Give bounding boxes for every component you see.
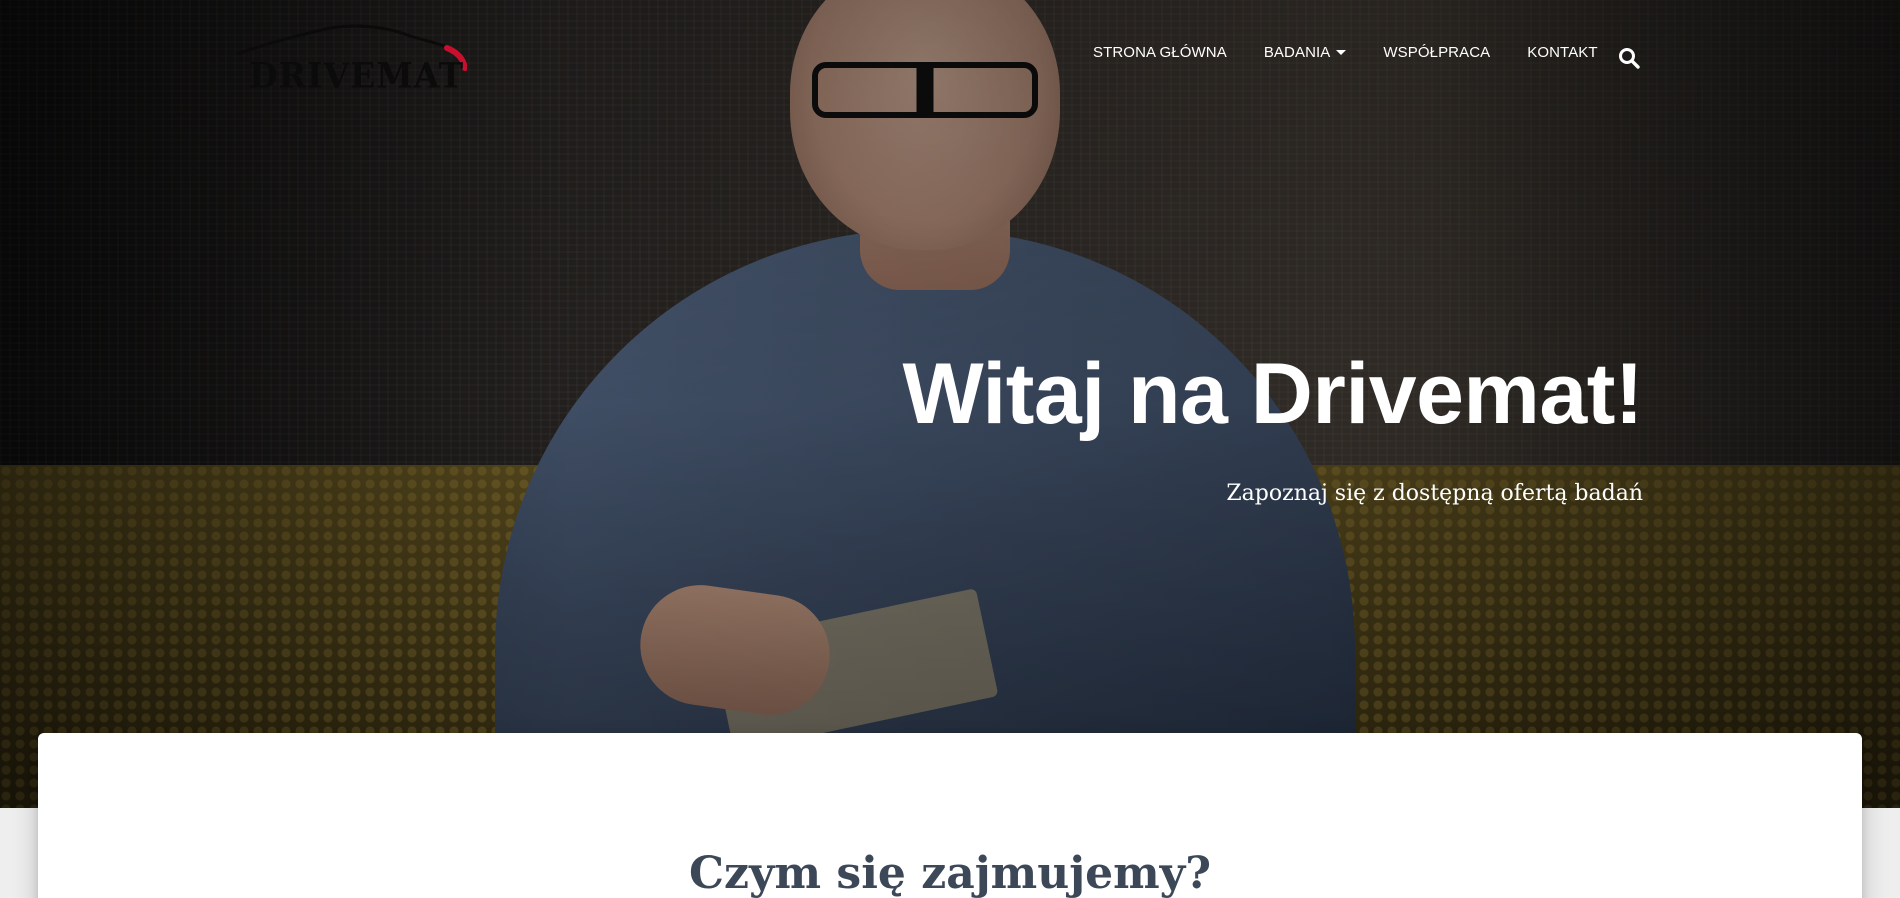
caret-down-icon xyxy=(1336,50,1347,55)
nav-item-badania[interactable]: BADANIA xyxy=(1264,44,1347,61)
nav-item-strona-glowna[interactable]: STRONA GŁÓWNA xyxy=(1093,44,1227,61)
nav-item-kontakt[interactable]: KONTAKT xyxy=(1527,44,1597,61)
main-content-card: Czym się zajmujemy? xyxy=(38,733,1862,898)
main-nav: STRONA GŁÓWNA BADANIA WSPÓŁPRACA KONTAKT xyxy=(1093,44,1635,61)
logo-text: DRIVEMAT xyxy=(249,55,465,96)
hero-section: Witaj na Drivemat! Zapoznaj się z dostęp… xyxy=(0,0,1900,808)
nav-item-label: BADANIA xyxy=(1263,44,1331,61)
search-icon xyxy=(1619,48,1640,69)
logo-link[interactable]: DRIVEMAT xyxy=(235,22,467,96)
section-title: Czym się zajmujemy? xyxy=(688,848,1212,898)
nav-item-label: KONTAKT xyxy=(1527,44,1598,61)
search-button[interactable] xyxy=(1618,47,1640,69)
hero-title: Witaj na Drivemat! xyxy=(902,346,1643,442)
nav-item-label: STRONA GŁÓWNA xyxy=(1093,44,1227,61)
nav-item-label: WSPÓŁPRACA xyxy=(1383,44,1491,61)
hero-subtitle: Zapoznaj się z dostępną ofertą badań xyxy=(1226,481,1643,506)
nav-item-wspolpraca[interactable]: WSPÓŁPRACA xyxy=(1383,44,1490,61)
